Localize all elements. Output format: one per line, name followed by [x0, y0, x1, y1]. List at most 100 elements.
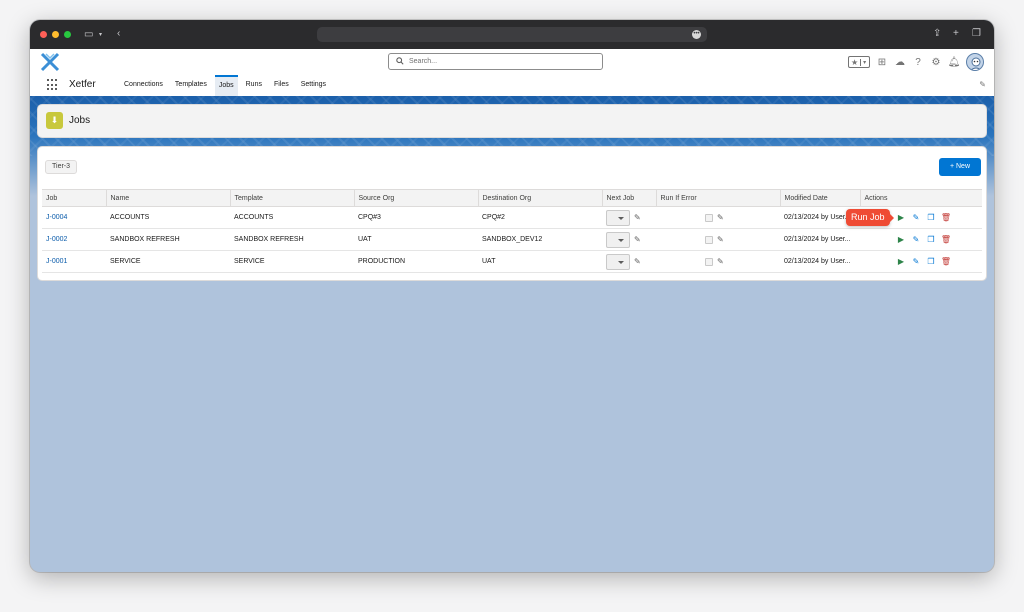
next-job-select[interactable]	[606, 253, 630, 270]
clone-icon[interactable]: ❐	[926, 235, 936, 245]
job-source-org: PRODUCTION	[354, 250, 478, 273]
job-template: ACCOUNTS	[230, 206, 354, 229]
header-icons: ★ ▾ ⊞ ☁ ? ⚙ 🔔︎	[848, 52, 984, 72]
search-input[interactable]: Search...	[388, 53, 603, 70]
pencil-icon[interactable]: ✎	[717, 235, 724, 244]
xetfer-logo[interactable]	[40, 52, 60, 72]
new-job-button[interactable]: + New	[939, 158, 981, 176]
add-icon[interactable]: ⊞	[876, 56, 888, 68]
close-window-button[interactable]	[40, 31, 47, 38]
pencil-icon[interactable]: ✎	[717, 213, 724, 222]
pencil-icon[interactable]: ✎	[911, 213, 921, 223]
actions-cell: ▶ ✎ ❐ 🗑︎	[860, 228, 982, 251]
trash-icon[interactable]: 🗑︎	[941, 213, 951, 223]
next-job-cell: ✎	[602, 250, 656, 273]
job-name: SERVICE	[106, 250, 230, 273]
play-icon[interactable]: ▶	[896, 257, 906, 267]
clone-icon[interactable]: ❐	[926, 257, 936, 267]
pencil-icon[interactable]: ✎	[634, 257, 641, 266]
job-source-org: CPQ#3	[354, 206, 478, 229]
back-icon[interactable]: ‹	[117, 29, 120, 39]
tab-jobs[interactable]: Jobs	[214, 75, 238, 96]
cloud-icon[interactable]: ☁	[894, 56, 906, 68]
tab-settings[interactable]: Settings	[297, 75, 330, 96]
app-name: Xetfer	[69, 79, 96, 90]
help-icon[interactable]: ?	[912, 56, 924, 68]
pencil-icon[interactable]: ✎	[634, 213, 641, 222]
minimize-window-button[interactable]	[52, 31, 59, 38]
run-job-tooltip: Run Job	[846, 209, 894, 226]
job-id-link[interactable]: J-0002	[42, 228, 106, 251]
avatar[interactable]	[966, 53, 984, 71]
jobs-card: Tier-3 + New Job Name Template Source Or…	[38, 147, 986, 280]
edit-nav-pencil-icon[interactable]: ✎	[979, 80, 986, 89]
jobs-table: Job Name Template Source Org Destination…	[42, 189, 982, 273]
app-navbar: Xetfer Connections Templates Jobs Runs F…	[30, 75, 994, 96]
share-icon[interactable]: ⇪	[933, 29, 941, 39]
job-destination-org: SANDBOX_DEV12	[478, 228, 602, 251]
favorites-icon[interactable]: ★ ▾	[848, 56, 870, 68]
tabs-icon[interactable]: ❐	[972, 29, 981, 39]
column-header-modified-date[interactable]: Modified Date	[780, 189, 861, 207]
waffle-icon[interactable]	[47, 79, 59, 91]
column-header-next-job[interactable]: Next Job	[602, 189, 657, 207]
job-destination-org: CPQ#2	[478, 206, 602, 229]
play-icon[interactable]: ▶	[896, 235, 906, 245]
job-destination-org: UAT	[478, 250, 602, 273]
sidebar-icon[interactable]: ▭	[84, 30, 93, 40]
next-job-cell: ✎	[602, 206, 656, 229]
page-title: Jobs	[69, 115, 91, 126]
column-header-template[interactable]: Template	[230, 189, 355, 207]
address-bar[interactable]: •••	[317, 27, 707, 42]
pencil-icon[interactable]: ✎	[634, 235, 641, 244]
next-job-select[interactable]	[606, 231, 630, 248]
browser-titlebar: ▭ ▾ ‹ ••• ⇪ + ❐	[30, 20, 994, 49]
jobs-object-icon: ⬇	[46, 112, 63, 129]
tab-templates[interactable]: Templates	[171, 75, 211, 96]
next-job-select[interactable]	[606, 209, 630, 226]
column-header-name[interactable]: Name	[106, 189, 231, 207]
run-if-error-checkbox[interactable]	[705, 257, 713, 266]
pencil-icon[interactable]: ✎	[717, 257, 724, 266]
nav-tabs: Connections Templates Jobs Runs Files Se…	[120, 75, 334, 96]
pencil-icon[interactable]: ✎	[911, 235, 921, 245]
run-if-error-checkbox[interactable]	[705, 213, 713, 222]
tab-files[interactable]: Files	[270, 75, 293, 96]
gear-icon[interactable]: ⚙	[930, 56, 942, 68]
job-id-link[interactable]: J-0004	[42, 206, 106, 229]
job-name: ACCOUNTS	[106, 206, 230, 229]
search-icon	[396, 57, 404, 65]
app-header: Search... ★ ▾ ⊞ ☁ ? ⚙ 🔔︎ Xetfer Connectio…	[30, 49, 994, 96]
bell-icon[interactable]: 🔔︎	[948, 56, 961, 68]
browser-window: ▭ ▾ ‹ ••• ⇪ + ❐ Search... ★▾ ⊞ ☁ ? ⚙ 🔔︎	[30, 20, 994, 572]
tab-connections[interactable]: Connections	[120, 75, 167, 96]
run-if-error-cell: ✎	[656, 250, 780, 273]
run-if-error-checkbox[interactable]	[705, 235, 713, 244]
trash-icon[interactable]: 🗑︎	[941, 257, 951, 267]
job-source-org: UAT	[354, 228, 478, 251]
pencil-icon[interactable]: ✎	[911, 257, 921, 267]
next-job-cell: ✎	[602, 228, 656, 251]
tier-badge: Tier-3	[45, 160, 78, 174]
column-header-destination-org[interactable]: Destination Org	[478, 189, 603, 207]
column-header-job[interactable]: Job	[42, 189, 107, 207]
tab-runs[interactable]: Runs	[242, 75, 266, 96]
chevron-down-icon[interactable]: ▾	[99, 30, 102, 40]
column-header-run-if-error[interactable]: Run If Error	[656, 189, 781, 207]
play-icon[interactable]: ▶	[896, 213, 906, 223]
job-modified-date: 02/13/2024 by User...	[780, 228, 860, 251]
table-row: J-0002 SANDBOX REFRESH SANDBOX REFRESH U…	[42, 228, 982, 251]
zoom-window-button[interactable]	[64, 31, 71, 38]
table-row: J-0001 SERVICE SERVICE PRODUCTION UAT ✎ …	[42, 250, 982, 273]
column-header-actions: Actions	[860, 189, 982, 207]
page-header: ⬇ Jobs	[38, 105, 986, 137]
actions-cell: ▶ ✎ ❐ 🗑︎	[860, 250, 982, 273]
trash-icon[interactable]: 🗑︎	[941, 235, 951, 245]
job-template: SERVICE	[230, 250, 354, 273]
plus-icon[interactable]: +	[953, 29, 959, 39]
more-icon[interactable]: •••	[692, 30, 701, 39]
column-header-source-org[interactable]: Source Org	[354, 189, 479, 207]
job-id-link[interactable]: J-0001	[42, 250, 106, 273]
run-if-error-cell: ✎	[656, 206, 780, 229]
clone-icon[interactable]: ❐	[926, 213, 936, 223]
